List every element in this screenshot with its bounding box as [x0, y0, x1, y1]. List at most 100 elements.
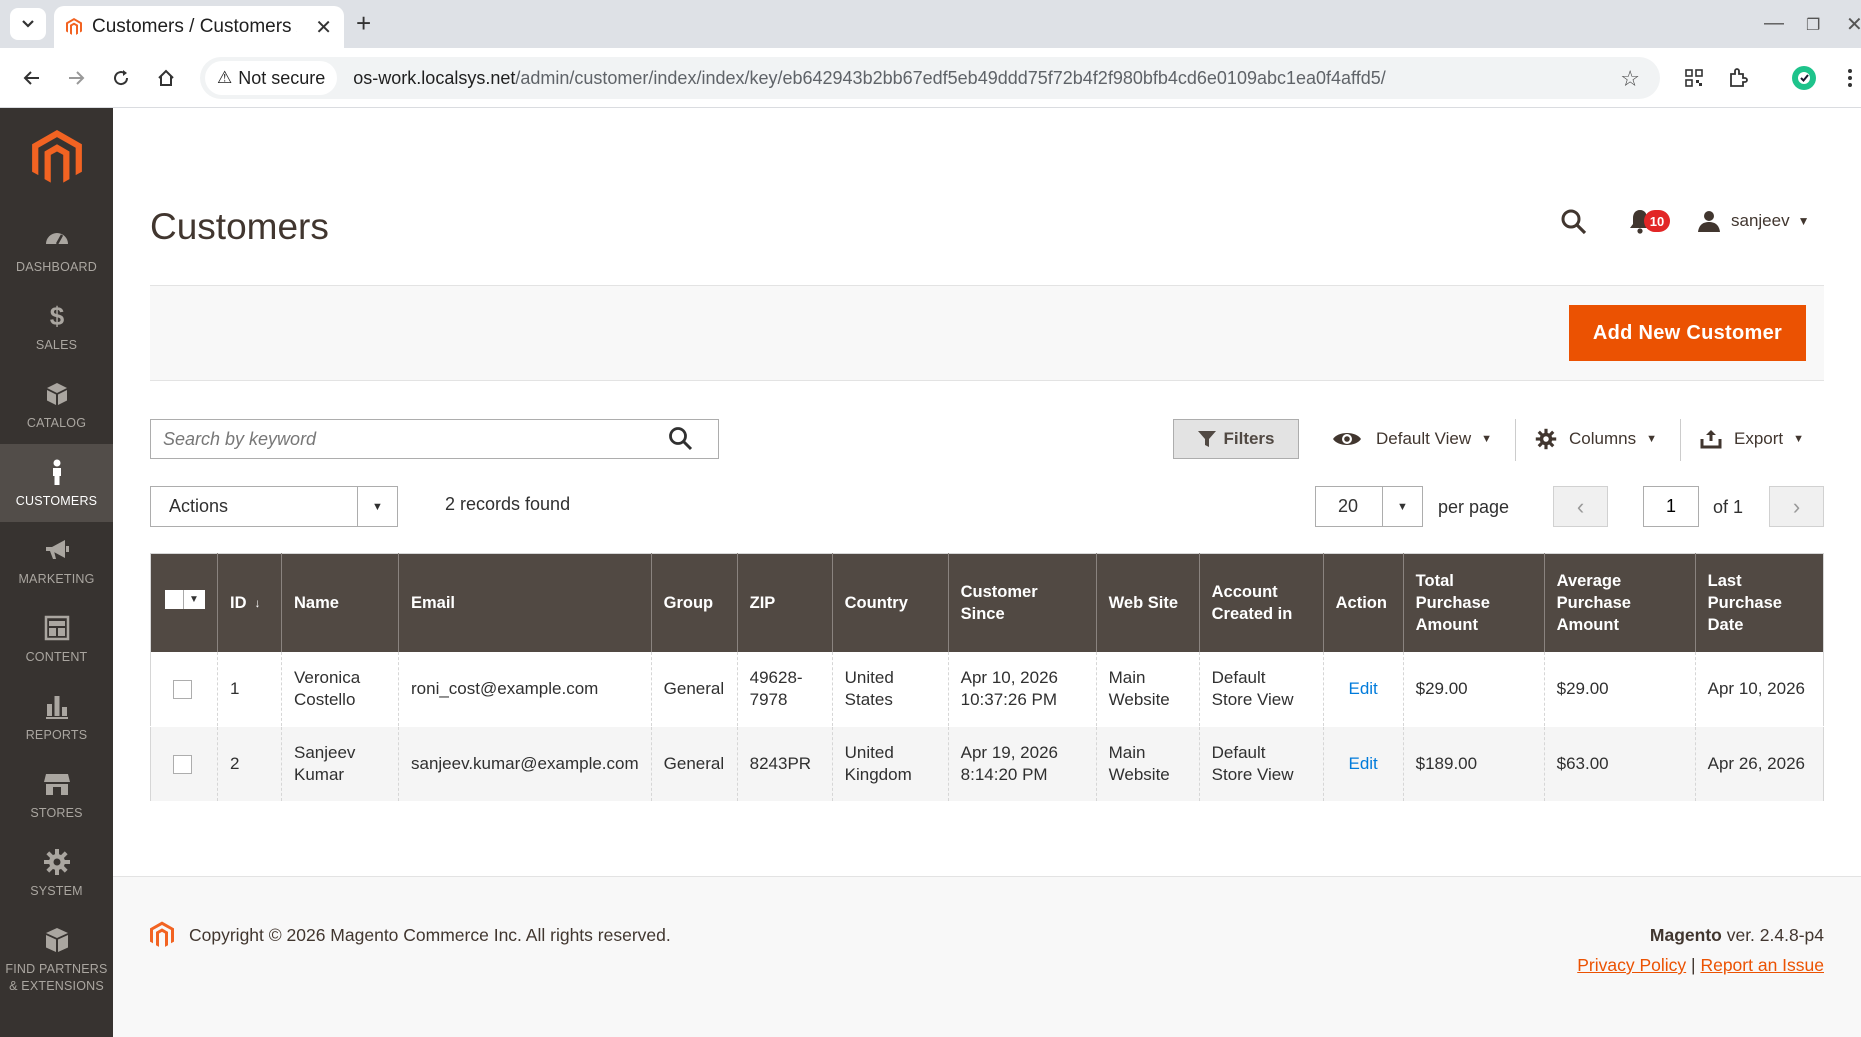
- cell-since-line: Apr 19, 2026: [960, 743, 1058, 762]
- row-checkbox[interactable]: [173, 679, 192, 699]
- cell-id: 1: [217, 651, 282, 727]
- cell-created-line: Store View: [1211, 765, 1294, 784]
- column-header-website[interactable]: Web Site: [1095, 553, 1200, 652]
- browser-tab[interactable]: Customers / Customers / ✕: [54, 6, 344, 48]
- column-header-name[interactable]: Name: [281, 553, 399, 652]
- column-header-customer-since[interactable]: Customer Since: [947, 553, 1097, 652]
- sidebar-item-label: STORES: [30, 806, 83, 820]
- column-header-id[interactable]: ID ↓: [217, 553, 282, 652]
- profile-avatar-icon[interactable]: [1788, 62, 1820, 94]
- next-page-button[interactable]: ›: [1769, 486, 1824, 527]
- sidebar-item-label: CUSTOMERS: [15, 494, 98, 508]
- column-header-label: Account: [1211, 582, 1278, 601]
- cell-name-line: Kumar: [294, 765, 345, 784]
- eye-icon: [1333, 433, 1361, 445]
- privacy-policy-link[interactable]: Privacy Policy: [1577, 955, 1686, 975]
- sidebar-item-marketing[interactable]: MARKETING: [0, 522, 113, 600]
- forward-icon[interactable]: [60, 62, 92, 94]
- browser-menu-icon[interactable]: [1834, 62, 1861, 94]
- notifications-count-badge[interactable]: 10: [1644, 210, 1670, 232]
- global-search-icon[interactable]: [1560, 208, 1588, 241]
- cell-account-created-in: Default Store View: [1198, 726, 1324, 802]
- table-row[interactable]: 2 Sanjeev Kumar sanjeev.kumar@example.com…: [150, 726, 1824, 802]
- sidebar-item-label-line2: & EXTENSIONS: [9, 979, 104, 993]
- extensions-icon[interactable]: [1722, 62, 1754, 94]
- row-checkbox[interactable]: [173, 755, 192, 775]
- cell-last-purchase-date: Apr 26, 2026: [1694, 726, 1824, 802]
- column-header-label: Customer Since: [960, 582, 1038, 623]
- column-header-last-purchase-date[interactable]: Last Purchase Date: [1694, 553, 1824, 652]
- mass-actions-select[interactable]: Actions ▼: [150, 486, 398, 527]
- keyword-search-input[interactable]: [163, 428, 643, 450]
- column-header-total-purchase[interactable]: Total Purchase Amount: [1402, 553, 1545, 652]
- window-close-icon[interactable]: ✕: [1846, 12, 1861, 37]
- column-header-label: Amount: [1556, 615, 1619, 634]
- cubes-icon: [45, 928, 68, 952]
- admin-user-menu[interactable]: sanjeev ▼: [1697, 210, 1810, 232]
- mass-select-checkbox[interactable]: ▼: [165, 590, 205, 610]
- sidebar-item-dashboard[interactable]: DASHBOARD: [0, 210, 113, 288]
- bookmark-star-icon[interactable]: ☆: [1620, 66, 1640, 92]
- tab-close-icon[interactable]: ✕: [315, 15, 332, 40]
- reload-icon[interactable]: [105, 62, 137, 94]
- cell-zip-line: 7978: [749, 689, 788, 709]
- restore-icon[interactable]: ❐: [1806, 15, 1820, 35]
- column-header-average-purchase[interactable]: Average Purchase Amount: [1543, 553, 1696, 652]
- export-dropdown[interactable]: Export ▼: [1700, 419, 1804, 459]
- sidebar-item-find-partners[interactable]: FIND PARTNERS & EXTENSIONS: [0, 912, 113, 1012]
- magento-logo-icon: [150, 921, 174, 954]
- current-page-input[interactable]: [1643, 486, 1699, 527]
- cell-account-created-in: Default Store View: [1198, 651, 1324, 727]
- column-header-label: Action: [1335, 593, 1387, 612]
- column-header-zip[interactable]: ZIP: [736, 553, 833, 652]
- sidebar-item-catalog[interactable]: CATALOG: [0, 366, 113, 444]
- sidebar-item-reports[interactable]: REPORTS: [0, 678, 113, 756]
- sidebar-item-label: REPORTS: [25, 728, 88, 742]
- minimize-icon[interactable]: —: [1764, 12, 1784, 35]
- select-all-column-header: ▼: [150, 553, 218, 652]
- qr-code-icon[interactable]: [1678, 62, 1710, 94]
- column-header-label: Average: [1556, 571, 1622, 590]
- edit-link[interactable]: Edit: [1348, 754, 1377, 773]
- column-header-label: Purchase: [1707, 593, 1782, 612]
- sidebar-item-content[interactable]: CONTENT: [0, 600, 113, 678]
- add-new-customer-button[interactable]: Add New Customer: [1569, 305, 1806, 361]
- cell-total-purchase: $29.00: [1402, 651, 1545, 727]
- magento-logo-icon[interactable]: [32, 130, 82, 191]
- previous-page-button[interactable]: ‹: [1553, 486, 1608, 527]
- cell-id: 2: [217, 726, 282, 802]
- gear-icon: [43, 849, 70, 875]
- filters-label: Filters: [1223, 429, 1275, 448]
- edit-link[interactable]: Edit: [1348, 679, 1377, 698]
- sidebar-item-sales[interactable]: $ SALES: [0, 288, 113, 366]
- search-icon[interactable]: [668, 426, 694, 457]
- home-icon[interactable]: [150, 62, 182, 94]
- filters-button[interactable]: Filters: [1173, 419, 1299, 459]
- security-chip[interactable]: ⚠ Not secure: [205, 61, 338, 95]
- column-header-label: Web Site: [1108, 593, 1179, 612]
- columns-dropdown[interactable]: Columns ▼: [1535, 419, 1657, 459]
- table-row[interactable]: 1 Veronica Costello roni_cost@example.com…: [150, 651, 1824, 727]
- column-header-country[interactable]: Country: [831, 553, 949, 652]
- tab-list-button[interactable]: [10, 8, 46, 40]
- column-header-group[interactable]: Group: [650, 553, 738, 652]
- column-header-label: Country: [844, 593, 908, 612]
- column-header-label: ZIP: [749, 593, 776, 612]
- sidebar-item-system[interactable]: SYSTEM: [0, 834, 113, 912]
- layout-icon: [44, 615, 69, 641]
- per-page-select[interactable]: 20 ▼: [1315, 486, 1423, 527]
- new-tab-icon[interactable]: +: [356, 10, 371, 36]
- column-header-account-created-in[interactable]: Account Created in: [1198, 553, 1324, 652]
- sidebar-item-customers[interactable]: CUSTOMERS: [0, 444, 113, 522]
- caret-down-icon: ▼: [1793, 433, 1805, 445]
- columns-label: Columns: [1569, 429, 1637, 448]
- address-bar[interactable]: ⚠ Not secure os-work.localsys.net/admin/…: [200, 57, 1660, 99]
- sidebar-item-stores[interactable]: STORES: [0, 756, 113, 834]
- default-view-dropdown[interactable]: Default View ▼: [1332, 419, 1492, 459]
- report-issue-link[interactable]: Report an Issue: [1700, 955, 1824, 975]
- cell-created-line: Store View: [1211, 689, 1294, 709]
- back-icon[interactable]: [16, 62, 48, 94]
- cell-website-line: Website: [1108, 689, 1170, 709]
- column-header-email[interactable]: Email: [398, 553, 652, 652]
- cell-zip: 49628- 7978: [736, 651, 833, 727]
